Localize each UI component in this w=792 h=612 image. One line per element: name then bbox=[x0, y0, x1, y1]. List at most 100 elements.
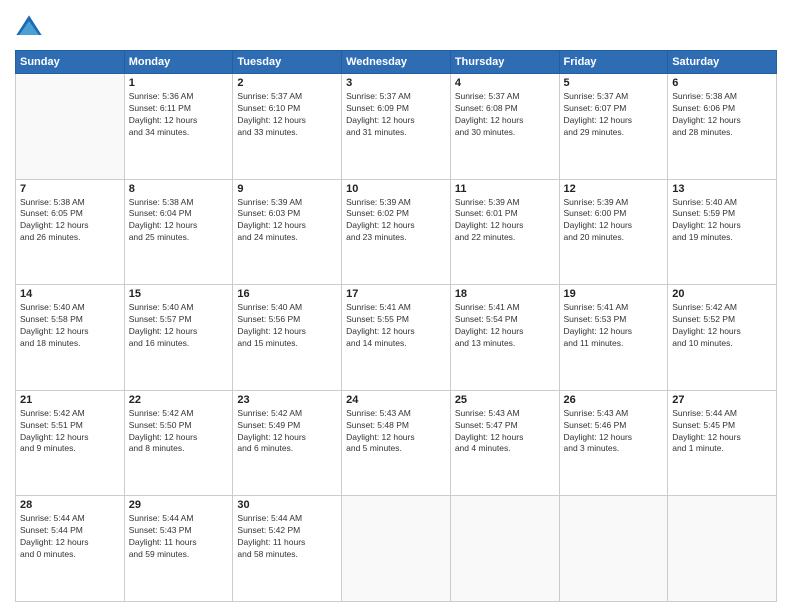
calendar-cell: 18 Sunrise: 5:41 AM Sunset: 5:54 PM Dayli… bbox=[450, 285, 559, 391]
calendar-header-friday: Friday bbox=[559, 51, 668, 74]
day-number: 29 bbox=[129, 499, 229, 511]
calendar-cell bbox=[450, 496, 559, 602]
calendar-week-4: 21 Sunrise: 5:42 AM Sunset: 5:51 PM Dayli… bbox=[16, 390, 777, 496]
calendar-cell: 30Sunrise: 5:44 AM Sunset: 5:42 PM Dayli… bbox=[233, 496, 342, 602]
calendar-cell bbox=[668, 496, 777, 602]
calendar-cell: 9 Sunrise: 5:39 AM Sunset: 6:03 PM Daylig… bbox=[233, 179, 342, 285]
header bbox=[15, 10, 777, 42]
calendar-header-thursday: Thursday bbox=[450, 51, 559, 74]
calendar-week-5: 28 Sunrise: 5:44 AM Sunset: 5:44 PM Dayli… bbox=[16, 496, 777, 602]
day-number: 27 bbox=[672, 394, 772, 406]
day-info: Sunrise: 5:37 AM Sunset: 6:10 PM Dayligh… bbox=[237, 91, 337, 139]
calendar-cell: 1Sunrise: 5:36 AM Sunset: 6:11 PM Daylig… bbox=[124, 74, 233, 180]
day-number: 21 bbox=[20, 394, 120, 406]
calendar-header-row: SundayMondayTuesdayWednesdayThursdayFrid… bbox=[16, 51, 777, 74]
day-number: 28 bbox=[20, 499, 120, 511]
calendar-cell: 3 Sunrise: 5:37 AM Sunset: 6:09 PM Daylig… bbox=[342, 74, 451, 180]
calendar-header-sunday: Sunday bbox=[16, 51, 125, 74]
day-number: 9 bbox=[237, 183, 337, 195]
calendar-cell: 19 Sunrise: 5:41 AM Sunset: 5:53 PM Dayli… bbox=[559, 285, 668, 391]
day-info: Sunrise: 5:38 AM Sunset: 6:06 PM Dayligh… bbox=[672, 91, 772, 139]
day-number: 2 bbox=[237, 77, 337, 89]
logo bbox=[15, 14, 47, 42]
day-info: Sunrise: 5:44 AM Sunset: 5:45 PM Dayligh… bbox=[672, 408, 772, 456]
calendar-cell: 13 Sunrise: 5:40 AM Sunset: 5:59 PM Dayli… bbox=[668, 179, 777, 285]
calendar-cell: 21 Sunrise: 5:42 AM Sunset: 5:51 PM Dayli… bbox=[16, 390, 125, 496]
day-number: 3 bbox=[346, 77, 446, 89]
day-info: Sunrise: 5:40 AM Sunset: 5:58 PM Dayligh… bbox=[20, 302, 120, 350]
day-info: Sunrise: 5:44 AM Sunset: 5:44 PM Dayligh… bbox=[20, 513, 120, 561]
day-info: Sunrise: 5:43 AM Sunset: 5:48 PM Dayligh… bbox=[346, 408, 446, 456]
logo-icon bbox=[15, 14, 43, 42]
calendar-cell: 6 Sunrise: 5:38 AM Sunset: 6:06 PM Daylig… bbox=[668, 74, 777, 180]
calendar: SundayMondayTuesdayWednesdayThursdayFrid… bbox=[15, 50, 777, 602]
calendar-cell: 10 Sunrise: 5:39 AM Sunset: 6:02 PM Dayli… bbox=[342, 179, 451, 285]
calendar-header-monday: Monday bbox=[124, 51, 233, 74]
day-number: 24 bbox=[346, 394, 446, 406]
day-number: 11 bbox=[455, 183, 555, 195]
day-number: 12 bbox=[564, 183, 664, 195]
day-info: Sunrise: 5:41 AM Sunset: 5:53 PM Dayligh… bbox=[564, 302, 664, 350]
day-number: 22 bbox=[129, 394, 229, 406]
day-info: Sunrise: 5:44 AM Sunset: 5:43 PM Dayligh… bbox=[129, 513, 229, 561]
calendar-cell: 14 Sunrise: 5:40 AM Sunset: 5:58 PM Dayli… bbox=[16, 285, 125, 391]
calendar-cell: 16 Sunrise: 5:40 AM Sunset: 5:56 PM Dayli… bbox=[233, 285, 342, 391]
day-number: 6 bbox=[672, 77, 772, 89]
day-number: 14 bbox=[20, 288, 120, 300]
day-number: 30 bbox=[237, 499, 337, 511]
day-number: 19 bbox=[564, 288, 664, 300]
day-info: Sunrise: 5:37 AM Sunset: 6:09 PM Dayligh… bbox=[346, 91, 446, 139]
calendar-cell bbox=[16, 74, 125, 180]
day-number: 17 bbox=[346, 288, 446, 300]
calendar-cell: 25Sunrise: 5:43 AM Sunset: 5:47 PM Dayli… bbox=[450, 390, 559, 496]
calendar-cell: 11 Sunrise: 5:39 AM Sunset: 6:01 PM Dayli… bbox=[450, 179, 559, 285]
calendar-header-wednesday: Wednesday bbox=[342, 51, 451, 74]
day-info: Sunrise: 5:39 AM Sunset: 6:01 PM Dayligh… bbox=[455, 197, 555, 245]
calendar-header-tuesday: Tuesday bbox=[233, 51, 342, 74]
calendar-cell bbox=[342, 496, 451, 602]
calendar-cell bbox=[559, 496, 668, 602]
day-info: Sunrise: 5:39 AM Sunset: 6:03 PM Dayligh… bbox=[237, 197, 337, 245]
day-info: Sunrise: 5:42 AM Sunset: 5:51 PM Dayligh… bbox=[20, 408, 120, 456]
calendar-cell: 27 Sunrise: 5:44 AM Sunset: 5:45 PM Dayli… bbox=[668, 390, 777, 496]
day-info: Sunrise: 5:43 AM Sunset: 5:46 PM Dayligh… bbox=[564, 408, 664, 456]
calendar-week-2: 7Sunrise: 5:38 AM Sunset: 6:05 PM Daylig… bbox=[16, 179, 777, 285]
day-number: 15 bbox=[129, 288, 229, 300]
day-info: Sunrise: 5:40 AM Sunset: 5:59 PM Dayligh… bbox=[672, 197, 772, 245]
calendar-cell: 26 Sunrise: 5:43 AM Sunset: 5:46 PM Dayli… bbox=[559, 390, 668, 496]
day-number: 23 bbox=[237, 394, 337, 406]
day-number: 16 bbox=[237, 288, 337, 300]
day-info: Sunrise: 5:42 AM Sunset: 5:49 PM Dayligh… bbox=[237, 408, 337, 456]
day-info: Sunrise: 5:43 AM Sunset: 5:47 PM Dayligh… bbox=[455, 408, 555, 456]
calendar-cell: 8 Sunrise: 5:38 AM Sunset: 6:04 PM Daylig… bbox=[124, 179, 233, 285]
day-info: Sunrise: 5:42 AM Sunset: 5:50 PM Dayligh… bbox=[129, 408, 229, 456]
calendar-cell: 23 Sunrise: 5:42 AM Sunset: 5:49 PM Dayli… bbox=[233, 390, 342, 496]
day-info: Sunrise: 5:38 AM Sunset: 6:04 PM Dayligh… bbox=[129, 197, 229, 245]
calendar-week-3: 14 Sunrise: 5:40 AM Sunset: 5:58 PM Dayli… bbox=[16, 285, 777, 391]
calendar-header-saturday: Saturday bbox=[668, 51, 777, 74]
day-number: 13 bbox=[672, 183, 772, 195]
day-info: Sunrise: 5:39 AM Sunset: 6:02 PM Dayligh… bbox=[346, 197, 446, 245]
calendar-week-1: 1Sunrise: 5:36 AM Sunset: 6:11 PM Daylig… bbox=[16, 74, 777, 180]
day-info: Sunrise: 5:41 AM Sunset: 5:54 PM Dayligh… bbox=[455, 302, 555, 350]
calendar-cell: 17 Sunrise: 5:41 AM Sunset: 5:55 PM Dayli… bbox=[342, 285, 451, 391]
calendar-cell: 7Sunrise: 5:38 AM Sunset: 6:05 PM Daylig… bbox=[16, 179, 125, 285]
calendar-cell: 12Sunrise: 5:39 AM Sunset: 6:00 PM Dayli… bbox=[559, 179, 668, 285]
day-number: 4 bbox=[455, 77, 555, 89]
calendar-cell: 29 Sunrise: 5:44 AM Sunset: 5:43 PM Dayli… bbox=[124, 496, 233, 602]
day-info: Sunrise: 5:41 AM Sunset: 5:55 PM Dayligh… bbox=[346, 302, 446, 350]
day-number: 26 bbox=[564, 394, 664, 406]
day-number: 20 bbox=[672, 288, 772, 300]
day-info: Sunrise: 5:40 AM Sunset: 5:56 PM Dayligh… bbox=[237, 302, 337, 350]
calendar-cell: 15Sunrise: 5:40 AM Sunset: 5:57 PM Dayli… bbox=[124, 285, 233, 391]
calendar-cell: 5Sunrise: 5:37 AM Sunset: 6:07 PM Daylig… bbox=[559, 74, 668, 180]
day-info: Sunrise: 5:38 AM Sunset: 6:05 PM Dayligh… bbox=[20, 197, 120, 245]
day-number: 5 bbox=[564, 77, 664, 89]
day-number: 18 bbox=[455, 288, 555, 300]
day-number: 10 bbox=[346, 183, 446, 195]
calendar-cell: 20Sunrise: 5:42 AM Sunset: 5:52 PM Dayli… bbox=[668, 285, 777, 391]
calendar-cell: 22 Sunrise: 5:42 AM Sunset: 5:50 PM Dayli… bbox=[124, 390, 233, 496]
calendar-cell: 2 Sunrise: 5:37 AM Sunset: 6:10 PM Daylig… bbox=[233, 74, 342, 180]
day-number: 8 bbox=[129, 183, 229, 195]
day-info: Sunrise: 5:36 AM Sunset: 6:11 PM Dayligh… bbox=[129, 91, 229, 139]
